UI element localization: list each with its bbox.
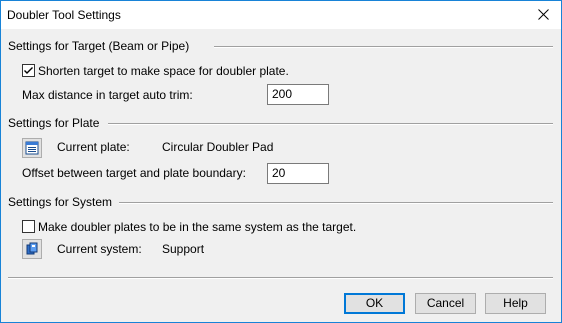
shorten-target-checkbox[interactable] [22, 64, 35, 77]
current-system-value: Support [162, 242, 205, 256]
plate-section-divider [108, 123, 553, 125]
bottom-divider [8, 277, 553, 279]
offset-input[interactable]: 20 [267, 163, 329, 184]
help-button[interactable]: Help [485, 293, 546, 314]
plate-section-title: Settings for Plate [8, 116, 100, 130]
ok-button[interactable]: OK [344, 293, 405, 314]
select-plate-button[interactable] [22, 138, 42, 158]
same-system-label[interactable]: Make doubler plates to be in the same sy… [38, 220, 356, 234]
shorten-target-label[interactable]: Shorten target to make space for doubler… [38, 64, 289, 78]
system-section-divider [119, 202, 553, 204]
title-bar[interactable]: Doubler Tool Settings [1, 1, 561, 29]
current-plate-value: Circular Doubler Pad [162, 140, 274, 154]
offset-label: Offset between target and plate boundary… [22, 166, 246, 180]
plate-list-icon [25, 141, 39, 155]
max-distance-label: Max distance in target auto trim: [22, 88, 193, 102]
close-icon [538, 9, 549, 20]
doubler-tool-settings-dialog: Doubler Tool Settings Settings for Targe… [0, 0, 562, 323]
target-section-divider [214, 46, 553, 48]
cancel-button[interactable]: Cancel [415, 293, 476, 314]
current-plate-label: Current plate: [57, 140, 130, 154]
target-section-title: Settings for Target (Beam or Pipe) [8, 39, 190, 53]
system-section-title: Settings for System [8, 195, 113, 209]
current-system-label: Current system: [57, 242, 142, 256]
max-distance-input[interactable]: 200 [267, 84, 329, 105]
close-button[interactable] [527, 1, 561, 29]
system-icon [26, 242, 38, 255]
checkmark-icon [24, 67, 33, 74]
window-title: Doubler Tool Settings [7, 8, 121, 22]
same-system-checkbox[interactable] [22, 220, 35, 233]
select-system-button[interactable] [22, 239, 42, 259]
